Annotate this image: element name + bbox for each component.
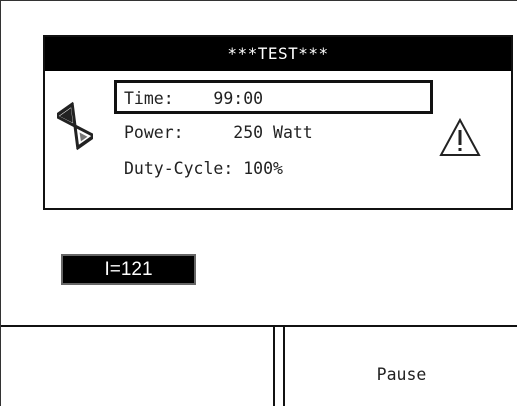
hourglass-icon	[57, 101, 93, 151]
pause-button[interactable]: Pause	[283, 327, 517, 406]
panel-title: ***TEST***	[45, 37, 511, 71]
current-indicator: I=121	[61, 254, 196, 285]
device-screen: ***TEST*** Time: 99:00 Power: 250 Watt D…	[0, 0, 517, 406]
time-value: Time: 99:00	[124, 89, 264, 108]
left-softkey-button[interactable]	[1, 327, 275, 406]
power-value: Power: 250 Watt	[124, 123, 313, 142]
warning-icon	[439, 117, 481, 156]
duty-cycle-value: Duty-Cycle: 100%	[124, 159, 283, 178]
status-panel: ***TEST*** Time: 99:00 Power: 250 Watt D…	[43, 35, 513, 210]
